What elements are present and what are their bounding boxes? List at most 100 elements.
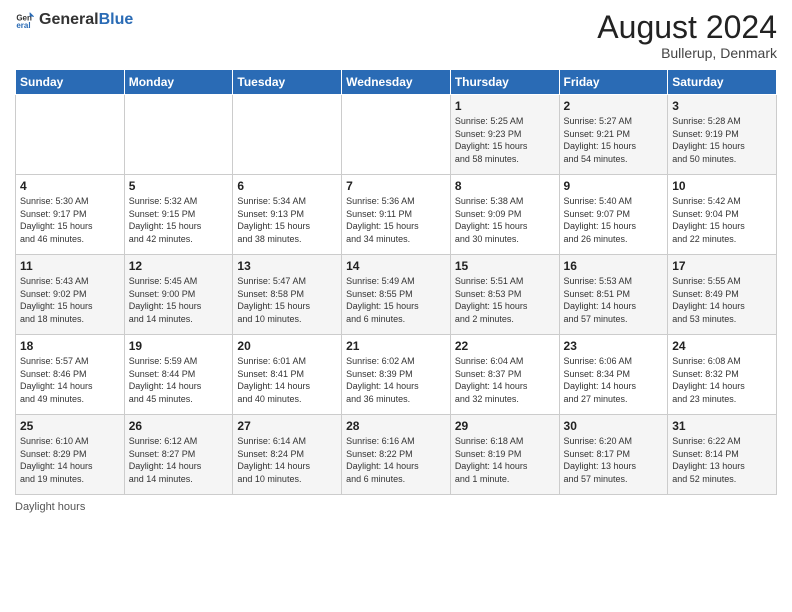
day-number: 20 xyxy=(237,339,337,353)
daylight-label: Daylight hours xyxy=(15,501,85,513)
day-info: Sunrise: 5:40 AM Sunset: 9:07 PM Dayligh… xyxy=(564,195,664,245)
day-info: Sunrise: 6:12 AM Sunset: 8:27 PM Dayligh… xyxy=(129,435,229,485)
calendar-cell: 27 Sunrise: 6:14 AM Sunset: 8:24 PM Dayli… xyxy=(233,415,342,495)
calendar-cell: 2 Sunrise: 5:27 AM Sunset: 9:21 PM Daylig… xyxy=(559,95,668,175)
calendar-cell: 17Sunrise: 5:55 AM Sunset: 8:49 PM Dayli… xyxy=(668,255,777,335)
day-info: Sunrise: 5:49 AM Sunset: 8:55 PM Dayligh… xyxy=(346,275,446,325)
calendar-cell: 20 Sunrise: 6:01 AM Sunset: 8:41 PM Dayli… xyxy=(233,335,342,415)
calendar-cell xyxy=(16,95,125,175)
day-info: Sunrise: 6:16 AM Sunset: 8:22 PM Dayligh… xyxy=(346,435,446,485)
day-number: 7 xyxy=(346,179,446,193)
header: Gen eral GeneralBlue August 2024 Bulleru… xyxy=(15,10,777,61)
calendar-cell: 13 Sunrise: 5:47 AM Sunset: 8:58 PM Dayli… xyxy=(233,255,342,335)
day-number: 9 xyxy=(564,179,664,193)
calendar-cell: 26 Sunrise: 6:12 AM Sunset: 8:27 PM Dayli… xyxy=(124,415,233,495)
header-day-saturday: Saturday xyxy=(668,70,777,95)
day-info: Sunrise: 5:57 AM Sunset: 8:46 PM Dayligh… xyxy=(20,355,120,405)
calendar-cell: 12 Sunrise: 5:45 AM Sunset: 9:00 PM Dayli… xyxy=(124,255,233,335)
day-info: Sunrise: 6:10 AM Sunset: 8:29 PM Dayligh… xyxy=(20,435,120,485)
calendar-cell: 10 Sunrise: 5:42 AM Sunset: 9:04 PM Dayli… xyxy=(668,175,777,255)
calendar-cell: 6Sunrise: 5:34 AM Sunset: 9:13 PM Daylig… xyxy=(233,175,342,255)
calendar-cell: 16 Sunrise: 5:53 AM Sunset: 8:51 PM Dayli… xyxy=(559,255,668,335)
calendar-cell xyxy=(342,95,451,175)
day-number: 6 xyxy=(237,179,337,193)
week-row-1: 4 Sunrise: 5:30 AM Sunset: 9:17 PM Daylig… xyxy=(16,175,777,255)
day-number: 22 xyxy=(455,339,555,353)
day-info: Sunrise: 5:30 AM Sunset: 9:17 PM Dayligh… xyxy=(20,195,120,245)
logo: Gen eral GeneralBlue xyxy=(15,10,133,30)
day-number: 29 xyxy=(455,419,555,433)
day-info: Sunrise: 6:14 AM Sunset: 8:24 PM Dayligh… xyxy=(237,435,337,485)
header-day-friday: Friday xyxy=(559,70,668,95)
day-number: 18 xyxy=(20,339,120,353)
calendar-cell: 11 Sunrise: 5:43 AM Sunset: 9:02 PM Dayli… xyxy=(16,255,125,335)
day-info: Sunrise: 5:28 AM Sunset: 9:19 PM Dayligh… xyxy=(672,115,772,165)
calendar-cell: 18 Sunrise: 5:57 AM Sunset: 8:46 PM Dayli… xyxy=(16,335,125,415)
day-number: 31 xyxy=(672,419,772,433)
calendar-cell: 19 Sunrise: 5:59 AM Sunset: 8:44 PM Dayli… xyxy=(124,335,233,415)
day-info: Sunrise: 6:08 AM Sunset: 8:32 PM Dayligh… xyxy=(672,355,772,405)
day-number: 11 xyxy=(20,259,120,273)
day-number: 28 xyxy=(346,419,446,433)
day-info: Sunrise: 6:02 AM Sunset: 8:39 PM Dayligh… xyxy=(346,355,446,405)
calendar-cell: 30Sunrise: 6:20 AM Sunset: 8:17 PM Dayli… xyxy=(559,415,668,495)
day-number: 2 xyxy=(564,99,664,113)
day-number: 13 xyxy=(237,259,337,273)
day-number: 12 xyxy=(129,259,229,273)
day-info: Sunrise: 6:22 AM Sunset: 8:14 PM Dayligh… xyxy=(672,435,772,485)
calendar-cell: 28 Sunrise: 6:16 AM Sunset: 8:22 PM Dayli… xyxy=(342,415,451,495)
day-info: Sunrise: 5:25 AM Sunset: 9:23 PM Dayligh… xyxy=(455,115,555,165)
calendar-cell: 14 Sunrise: 5:49 AM Sunset: 8:55 PM Dayli… xyxy=(342,255,451,335)
week-row-4: 25Sunrise: 6:10 AM Sunset: 8:29 PM Dayli… xyxy=(16,415,777,495)
page: Gen eral GeneralBlue August 2024 Bulleru… xyxy=(0,0,792,612)
calendar-cell xyxy=(233,95,342,175)
calendar-cell: 21 Sunrise: 6:02 AM Sunset: 8:39 PM Dayli… xyxy=(342,335,451,415)
svg-text:eral: eral xyxy=(16,21,30,30)
day-info: Sunrise: 6:04 AM Sunset: 8:37 PM Dayligh… xyxy=(455,355,555,405)
day-info: Sunrise: 6:06 AM Sunset: 8:34 PM Dayligh… xyxy=(564,355,664,405)
day-number: 15 xyxy=(455,259,555,273)
day-info: Sunrise: 5:32 AM Sunset: 9:15 PM Dayligh… xyxy=(129,195,229,245)
week-row-0: 1 Sunrise: 5:25 AM Sunset: 9:23 PM Daylig… xyxy=(16,95,777,175)
day-number: 14 xyxy=(346,259,446,273)
day-info: Sunrise: 5:59 AM Sunset: 8:44 PM Dayligh… xyxy=(129,355,229,405)
location: Bullerup, Denmark xyxy=(597,45,777,61)
day-info: Sunrise: 6:01 AM Sunset: 8:41 PM Dayligh… xyxy=(237,355,337,405)
calendar-header-row: SundayMondayTuesdayWednesdayThursdayFrid… xyxy=(16,70,777,95)
month-year: August 2024 xyxy=(597,10,777,45)
logo-text: GeneralBlue xyxy=(39,11,133,29)
day-info: Sunrise: 5:47 AM Sunset: 8:58 PM Dayligh… xyxy=(237,275,337,325)
day-info: Sunrise: 6:20 AM Sunset: 8:17 PM Dayligh… xyxy=(564,435,664,485)
day-number: 26 xyxy=(129,419,229,433)
week-row-3: 18 Sunrise: 5:57 AM Sunset: 8:46 PM Dayli… xyxy=(16,335,777,415)
header-day-wednesday: Wednesday xyxy=(342,70,451,95)
day-number: 19 xyxy=(129,339,229,353)
day-info: Sunrise: 5:45 AM Sunset: 9:00 PM Dayligh… xyxy=(129,275,229,325)
day-number: 21 xyxy=(346,339,446,353)
calendar-cell: 24Sunrise: 6:08 AM Sunset: 8:32 PM Dayli… xyxy=(668,335,777,415)
calendar-cell: 25Sunrise: 6:10 AM Sunset: 8:29 PM Dayli… xyxy=(16,415,125,495)
calendar-cell: 7 Sunrise: 5:36 AM Sunset: 9:11 PM Daylig… xyxy=(342,175,451,255)
calendar-cell: 9 Sunrise: 5:40 AM Sunset: 9:07 PM Daylig… xyxy=(559,175,668,255)
title-block: August 2024 Bullerup, Denmark xyxy=(597,10,777,61)
header-day-sunday: Sunday xyxy=(16,70,125,95)
day-info: Sunrise: 5:42 AM Sunset: 9:04 PM Dayligh… xyxy=(672,195,772,245)
day-info: Sunrise: 5:53 AM Sunset: 8:51 PM Dayligh… xyxy=(564,275,664,325)
day-info: Sunrise: 5:36 AM Sunset: 9:11 PM Dayligh… xyxy=(346,195,446,245)
calendar-cell xyxy=(124,95,233,175)
day-info: Sunrise: 6:18 AM Sunset: 8:19 PM Dayligh… xyxy=(455,435,555,485)
day-info: Sunrise: 5:43 AM Sunset: 9:02 PM Dayligh… xyxy=(20,275,120,325)
week-row-2: 11 Sunrise: 5:43 AM Sunset: 9:02 PM Dayli… xyxy=(16,255,777,335)
day-info: Sunrise: 5:27 AM Sunset: 9:21 PM Dayligh… xyxy=(564,115,664,165)
day-number: 10 xyxy=(672,179,772,193)
day-number: 8 xyxy=(455,179,555,193)
calendar-cell: 22 Sunrise: 6:04 AM Sunset: 8:37 PM Dayli… xyxy=(450,335,559,415)
header-day-tuesday: Tuesday xyxy=(233,70,342,95)
day-number: 1 xyxy=(455,99,555,113)
day-number: 17 xyxy=(672,259,772,273)
logo-general: General xyxy=(39,11,99,28)
day-number: 16 xyxy=(564,259,664,273)
day-number: 4 xyxy=(20,179,120,193)
calendar-table: SundayMondayTuesdayWednesdayThursdayFrid… xyxy=(15,69,777,495)
day-number: 27 xyxy=(237,419,337,433)
